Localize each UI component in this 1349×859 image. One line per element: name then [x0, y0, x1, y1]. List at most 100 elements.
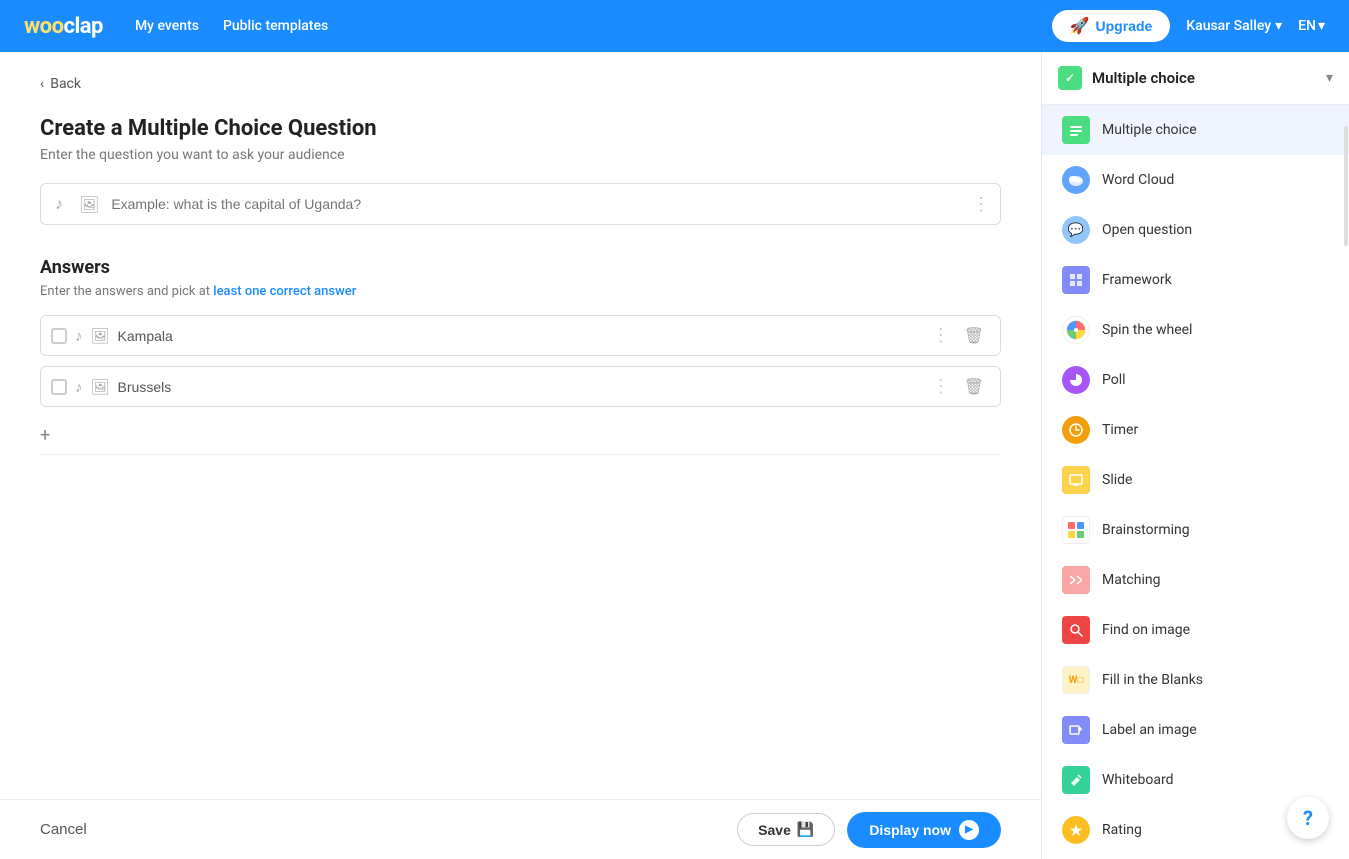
menu-item-fill-blanks[interactable]: W□ Fill in the Blanks [1042, 655, 1349, 705]
matching-icon [1062, 566, 1090, 594]
whiteboard-icon [1062, 766, 1090, 794]
menu-item-brainstorming[interactable]: Brainstorming [1042, 505, 1349, 555]
question-type-dropdown[interactable]: ✓ Multiple choice ▾ [1042, 52, 1349, 105]
top-header: wooclap My events Public templates 🚀 Upg… [0, 0, 1349, 52]
bottom-right-actions: Save 💾 Display now ▶ [737, 812, 1001, 848]
bottom-bar: Cancel Save 💾 Display now ▶ [0, 799, 1041, 859]
music-icon[interactable]: ♪ [75, 327, 83, 345]
open-question-icon: 💬 [1062, 216, 1090, 244]
answer-checkbox-2[interactable] [51, 379, 67, 395]
menu-item-open-question[interactable]: 💬 Open question [1042, 205, 1349, 255]
brainstorming-icon [1062, 516, 1090, 544]
multiple-choice-icon [1062, 116, 1090, 144]
logo[interactable]: wooclap [24, 14, 103, 39]
poll-label: Poll [1102, 372, 1126, 388]
answer-input-2[interactable] [118, 379, 924, 395]
music-icon[interactable]: ♪ [51, 192, 67, 216]
menu-item-find-on-image[interactable]: Find on image [1042, 605, 1349, 655]
timer-label: Timer [1102, 422, 1138, 438]
menu-item-poll[interactable]: Poll [1042, 355, 1349, 405]
menu-item-word-cloud[interactable]: Word Cloud [1042, 155, 1349, 205]
save-icon: 💾 [797, 821, 814, 838]
lang-menu[interactable]: EN ▾ [1298, 18, 1325, 34]
nav-my-events[interactable]: My events [135, 18, 199, 34]
fill-blanks-label: Fill in the Blanks [1102, 672, 1203, 688]
upgrade-button[interactable]: 🚀 Upgrade [1052, 10, 1171, 42]
question-type-menu: Multiple choice Word Cloud 💬 Open questi… [1042, 105, 1349, 859]
answer-checkbox-1[interactable] [51, 328, 67, 344]
poll-icon [1062, 366, 1090, 394]
page-title: Create a Multiple Choice Question [40, 116, 1001, 141]
menu-item-audio-video[interactable]: Audio / Video [1042, 855, 1349, 859]
word-cloud-icon [1062, 166, 1090, 194]
multiple-choice-label: Multiple choice [1102, 122, 1197, 138]
save-button[interactable]: Save 💾 [737, 813, 835, 846]
content-area: ‹ Back Create a Multiple Choice Question… [0, 52, 1041, 859]
rating-icon [1062, 816, 1090, 844]
menu-item-spin-wheel[interactable]: Spin the wheel [1042, 305, 1349, 355]
user-menu[interactable]: Kausar Salley ▾ [1186, 18, 1282, 34]
answers-section-title: Answers [40, 257, 1001, 278]
menu-item-label-image[interactable]: Label an image [1042, 705, 1349, 755]
drag-handle-icon: ⋮ [972, 194, 990, 215]
framework-label: Framework [1102, 272, 1172, 288]
main-layout: ‹ Back Create a Multiple Choice Question… [0, 52, 1349, 859]
chevron-down-icon: ▾ [1275, 18, 1282, 34]
answer-input-1[interactable] [118, 328, 924, 344]
page-subtitle: Enter the question you want to ask your … [40, 147, 1001, 163]
add-answer-button[interactable]: + [40, 417, 1001, 455]
spin-wheel-label: Spin the wheel [1102, 322, 1192, 338]
answers-section-subtitle: Enter the answers and pick at least one … [40, 284, 1001, 299]
slide-icon [1062, 466, 1090, 494]
menu-item-framework[interactable]: Framework [1042, 255, 1349, 305]
image-icon[interactable]: 🖼 [91, 378, 110, 396]
header-right: 🚀 Upgrade Kausar Salley ▾ EN ▾ [1052, 10, 1325, 42]
label-image-label: Label an image [1102, 722, 1197, 738]
word-cloud-label: Word Cloud [1102, 172, 1174, 188]
image-icon[interactable]: 🖼 [91, 327, 110, 345]
answer-row: ♪ 🖼 ⋮ 🗑 [40, 366, 1001, 407]
chevron-down-icon: ▾ [1318, 18, 1325, 34]
play-icon: ▶ [959, 820, 979, 840]
image-icon[interactable]: 🖼 [75, 193, 103, 216]
selected-type-icon: ✓ [1058, 66, 1082, 90]
framework-icon [1062, 266, 1090, 294]
chevron-left-icon: ‹ [40, 76, 44, 92]
fill-blanks-icon: W□ [1062, 666, 1090, 694]
find-on-image-label: Find on image [1102, 622, 1190, 638]
music-icon[interactable]: ♪ [75, 378, 83, 396]
rating-label: Rating [1102, 822, 1142, 838]
main-nav: My events Public templates [135, 18, 1020, 34]
dropdown-scrollbar [1343, 106, 1349, 859]
find-on-image-icon [1062, 616, 1090, 644]
rocket-icon: 🚀 [1070, 16, 1090, 36]
matching-label: Matching [1102, 572, 1160, 588]
question-input[interactable] [111, 196, 964, 212]
delete-answer-2-button[interactable]: 🗑 [958, 375, 990, 398]
drag-handle-icon: ⋮ [932, 325, 950, 346]
display-now-button[interactable]: Display now ▶ [847, 812, 1001, 848]
cancel-button[interactable]: Cancel [40, 821, 87, 838]
menu-item-matching[interactable]: Matching [1042, 555, 1349, 605]
whiteboard-label: Whiteboard [1102, 772, 1174, 788]
menu-item-slide[interactable]: Slide [1042, 455, 1349, 505]
drag-handle-icon: ⋮ [932, 376, 950, 397]
nav-public-templates[interactable]: Public templates [223, 18, 328, 34]
dropdown-chevron-icon: ▾ [1326, 70, 1333, 86]
help-button[interactable]: ? [1287, 797, 1329, 839]
back-link[interactable]: ‹ Back [40, 76, 1001, 92]
menu-item-multiple-choice[interactable]: Multiple choice [1042, 105, 1349, 155]
label-image-icon [1062, 716, 1090, 744]
question-input-box: ♪ 🖼 ⋮ [40, 183, 1001, 225]
right-sidebar: ✓ Multiple choice ▾ Multiple choice Word… [1041, 52, 1349, 859]
brainstorming-label: Brainstorming [1102, 522, 1190, 538]
delete-answer-1-button[interactable]: 🗑 [958, 324, 990, 347]
answer-row: ♪ 🖼 ⋮ 🗑 [40, 315, 1001, 356]
plus-icon: + [40, 425, 50, 446]
menu-item-timer[interactable]: Timer [1042, 405, 1349, 455]
timer-icon [1062, 416, 1090, 444]
open-question-label: Open question [1102, 222, 1192, 238]
spin-wheel-icon [1062, 316, 1090, 344]
selected-type-label: Multiple choice [1092, 69, 1316, 87]
slide-label: Slide [1102, 472, 1132, 488]
